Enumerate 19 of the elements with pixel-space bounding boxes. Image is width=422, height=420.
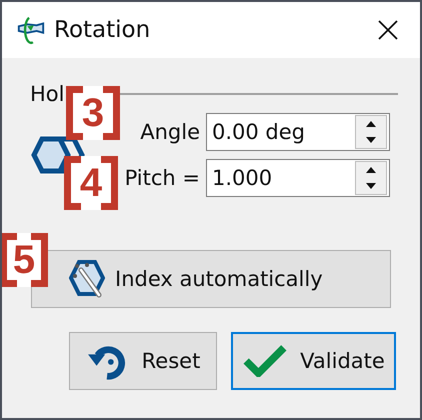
magic-wand-icon <box>69 259 105 299</box>
validate-button[interactable]: Validate <box>231 332 396 390</box>
callout-number: 3 <box>66 86 120 140</box>
up-arrow-icon[interactable] <box>366 121 376 127</box>
reset-button[interactable]: Reset <box>69 332 217 390</box>
up-arrow-icon[interactable] <box>366 167 376 173</box>
window-title: Rotation <box>54 17 152 43</box>
spin-field[interactable]: 1.000 <box>206 159 390 197</box>
field-label: Pitch = <box>124 166 201 190</box>
down-arrow-icon[interactable] <box>366 183 376 189</box>
group-title: Hol <box>30 82 64 106</box>
close-icon[interactable] <box>378 20 398 40</box>
callout-number: 5 <box>2 233 48 287</box>
callout-number: 4 <box>64 156 118 210</box>
field-label: Angle <box>139 120 201 144</box>
check-icon <box>242 345 288 377</box>
rotation-icon <box>15 15 47 45</box>
spin-field[interactable]: 0.00 deg <box>206 113 390 151</box>
down-arrow-icon[interactable] <box>366 137 376 143</box>
